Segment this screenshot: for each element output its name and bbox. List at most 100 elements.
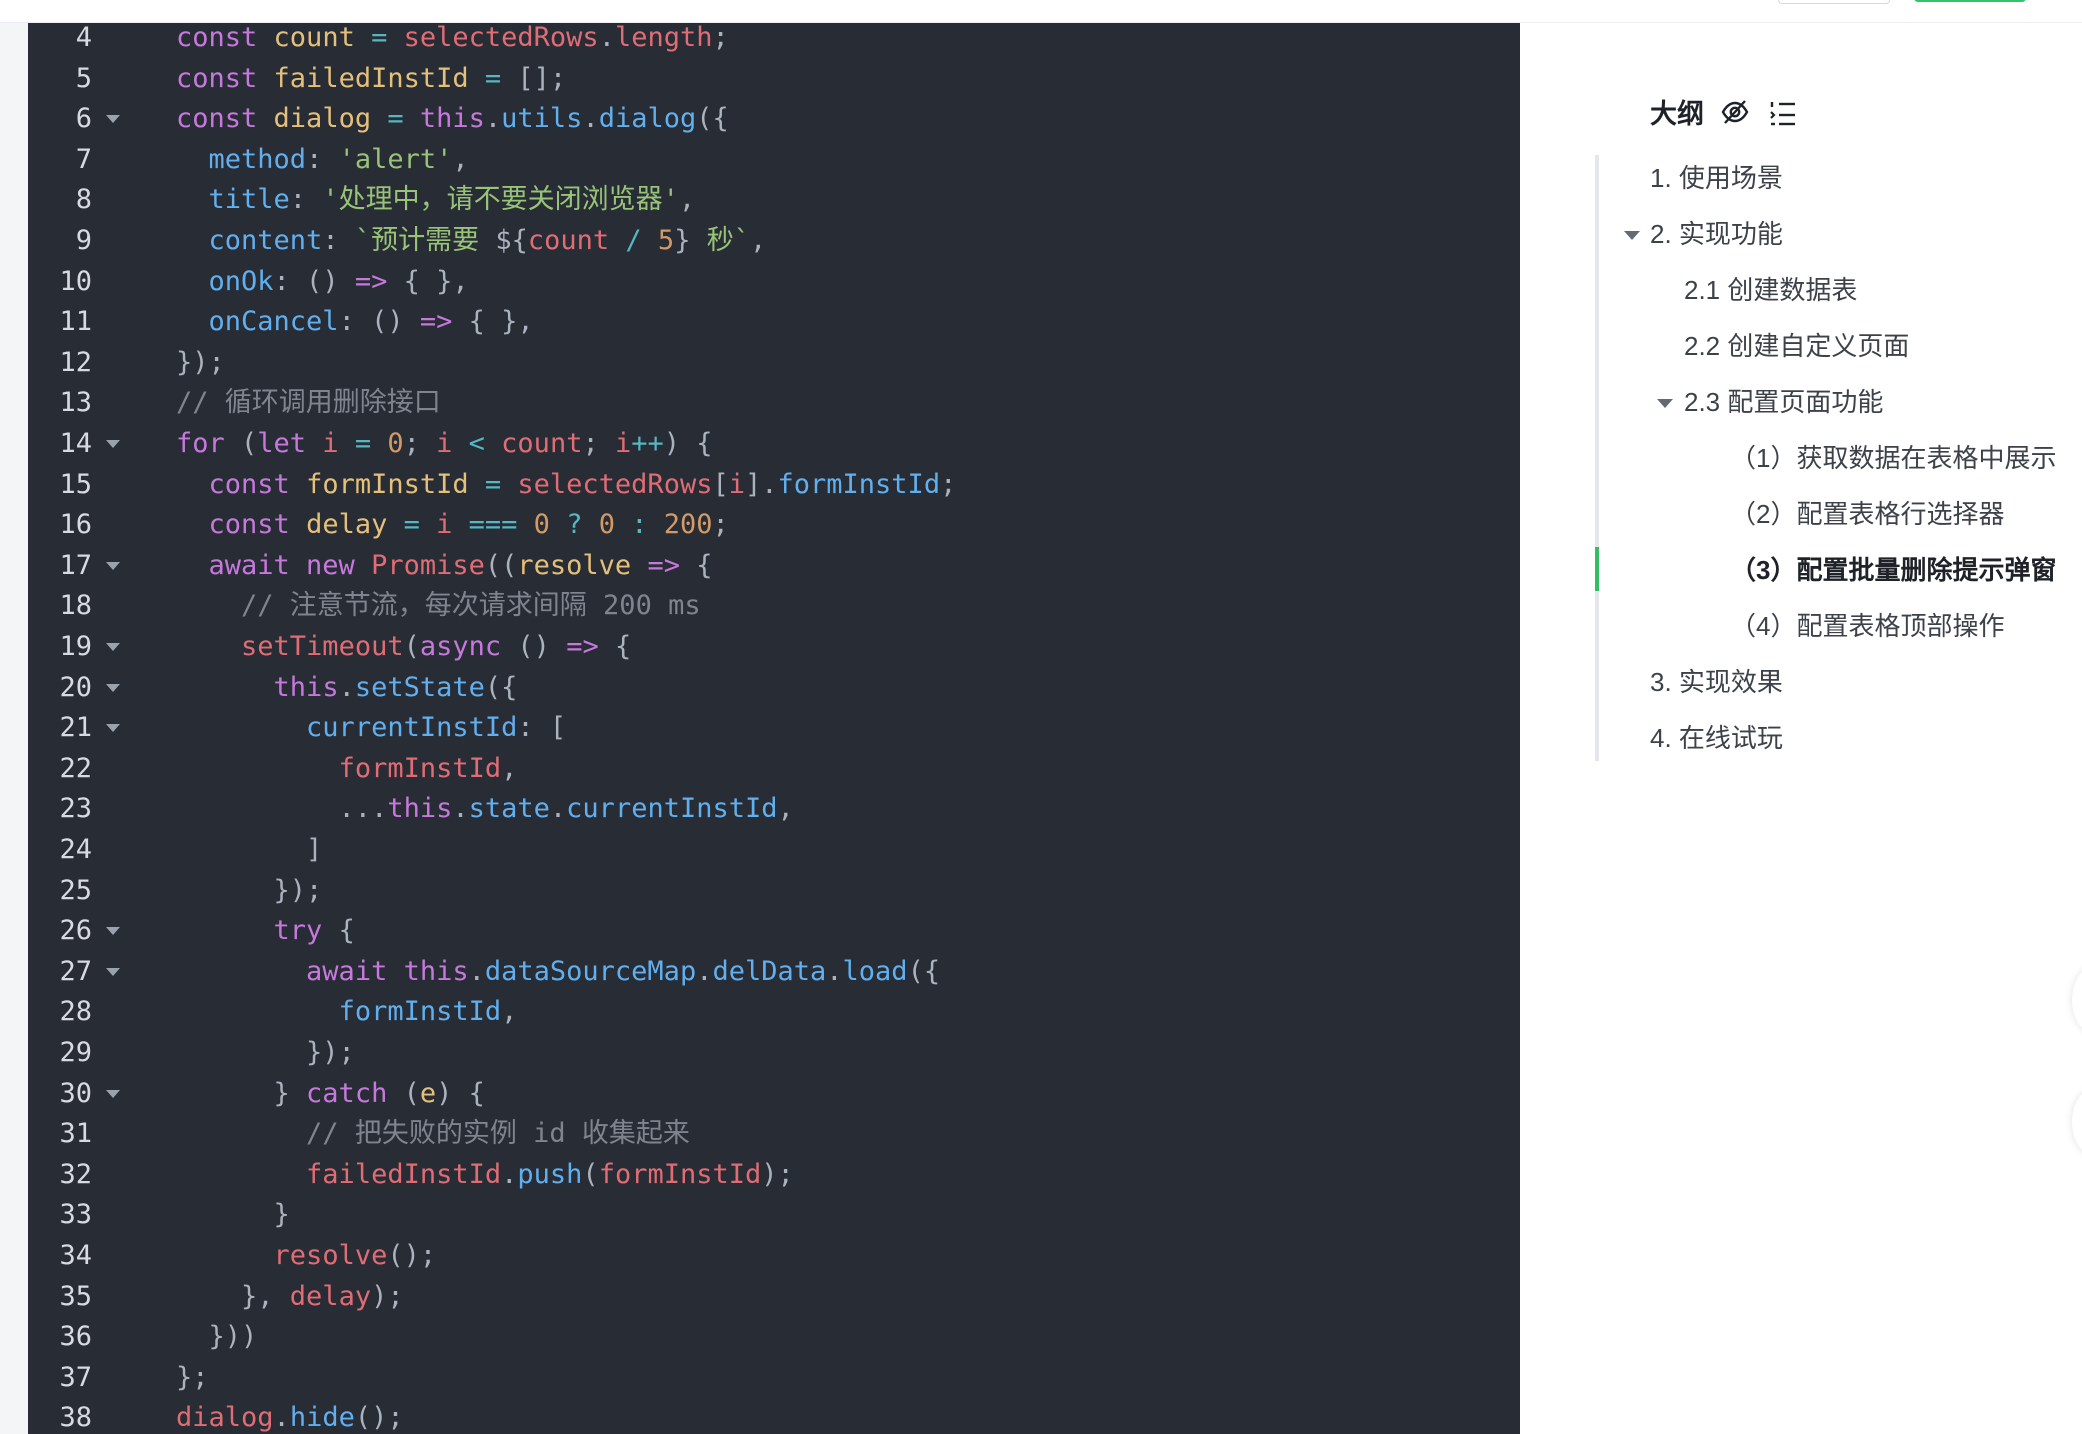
eye-slash-icon[interactable] (1718, 95, 1752, 129)
outline-item[interactable]: 3. 实现效果 (1650, 664, 1783, 700)
code-token: : [ (517, 712, 567, 744)
code-token: : (289, 184, 323, 216)
code-text: }); (176, 1033, 355, 1073)
code-token: method (208, 143, 307, 175)
code-line: 20 this.setState({ (28, 668, 1520, 708)
code-token: , (452, 143, 469, 175)
toolbar-primary-button[interactable] (1914, 0, 2026, 2)
code-token: ; (712, 22, 729, 53)
code-token: { (338, 915, 355, 947)
outline-item-active[interactable]: （3）配置批量删除提示弹窗 (1730, 552, 2056, 588)
floating-edge-button[interactable] (2072, 968, 2082, 1032)
fold-arrow-icon[interactable] (106, 967, 120, 976)
code-token: failedInstId (273, 62, 485, 94)
fold-arrow-icon[interactable] (106, 561, 120, 570)
fold-arrow-icon[interactable] (106, 643, 120, 651)
code-text: const formInstId = selectedRows[i].formI… (176, 465, 957, 505)
code-token: formInstId (777, 468, 941, 500)
code-token: setState (354, 671, 485, 703)
floating-edge-button[interactable] (2072, 1090, 2082, 1154)
code-text: await new Promise((resolve => { (176, 546, 713, 586)
code-text: this.setState({ (176, 668, 518, 708)
code-token: ({ (484, 671, 518, 703)
code-token: dialog (176, 1402, 274, 1434)
code-token: count (273, 22, 372, 53)
fold-arrow-icon[interactable] (106, 440, 120, 448)
code-token: . (273, 1402, 290, 1434)
toolbar-button[interactable] (1778, 0, 1890, 4)
code-token: = (387, 103, 420, 135)
code-token: , (777, 793, 794, 825)
fold-arrow-icon[interactable] (106, 1089, 120, 1098)
outline-item[interactable]: 2.2 创建自定义页面 (1684, 328, 1909, 364)
fold-arrow-icon[interactable] (106, 115, 120, 124)
code-token: ( (582, 1158, 599, 1190)
line-number: 35 (59, 1280, 92, 1312)
code-line: 32 failedInstId.push(formInstId); (28, 1155, 1520, 1195)
line-number: 25 (59, 874, 92, 906)
code-text: const dialog = this.utils.dialog({ (176, 99, 729, 139)
code-text: await this.dataSourceMap.delData.load({ (176, 952, 940, 992)
code-token: ; (712, 509, 729, 541)
code-token: i (322, 428, 355, 459)
code-token: . (338, 671, 355, 703)
code-token: state (468, 793, 550, 825)
outline-item[interactable]: （1）获取数据在表格中展示 (1730, 440, 2056, 476)
outline-item[interactable]: 2.3 配置页面功能 (1684, 384, 1883, 420)
code-line: 26 try { (28, 911, 1520, 951)
code-text: setTimeout(async () => { (176, 627, 631, 667)
code-token: / (625, 225, 658, 256)
code-token: : (322, 225, 355, 256)
outline-item[interactable]: 2.1 创建数据表 (1684, 272, 1857, 308)
code-token: . (501, 1158, 518, 1190)
fold-arrow-icon[interactable] (106, 724, 120, 733)
code-token: this (419, 103, 485, 135)
fold-arrow-icon[interactable] (106, 683, 120, 692)
line-number: 18 (59, 590, 92, 622)
code-line: 15 const formInstId = selectedRows[i].fo… (28, 465, 1520, 505)
outline-item[interactable]: 2. 实现功能 (1650, 216, 1783, 252)
code-token: const (176, 22, 274, 53)
code-token: for (176, 428, 242, 459)
code-line: 19 setTimeout(async () => { (28, 627, 1520, 667)
code-token: . (468, 955, 485, 987)
code-token: try (273, 915, 339, 947)
code-text: ] (176, 830, 322, 870)
outline-item[interactable]: （4）配置表格顶部操作 (1730, 608, 2004, 644)
code-line: 14 for (let i = 0; i < count; i++) { (28, 424, 1520, 464)
outline-item[interactable]: 4. 在线试玩 (1650, 720, 1783, 756)
code-token: . (484, 103, 502, 135)
code-line: 9 content: `预计需要 ${count / 5} 秒`, (28, 221, 1520, 261)
code-token: []; (517, 62, 567, 94)
code-token: () (517, 631, 567, 662)
ordered-list-icon[interactable] (1766, 95, 1800, 129)
outline-item[interactable]: 1. 使用场景 (1650, 160, 1783, 196)
line-number: 14 (59, 428, 92, 459)
code-token: }); (176, 346, 225, 378)
code-token: => (419, 306, 469, 338)
collapse-triangle-icon[interactable] (1657, 399, 1673, 408)
code-token: this (387, 793, 453, 825)
code-line: 36 })) (28, 1317, 1520, 1357)
code-token: await new (208, 549, 372, 581)
outline-item[interactable]: （2）配置表格行选择器 (1730, 496, 2004, 532)
line-number: 37 (59, 1361, 92, 1393)
code-line: 28 formInstId, (28, 992, 1520, 1032)
code-token: failedInstId (306, 1158, 502, 1190)
collapse-triangle-icon[interactable] (1624, 231, 1640, 240)
line-number: 38 (59, 1402, 92, 1434)
code-line: 21 currentInstId: [ (28, 708, 1520, 748)
line-number: 12 (59, 346, 92, 378)
code-token: dataSourceMap (484, 955, 697, 987)
fold-arrow-icon[interactable] (106, 927, 120, 936)
code-token: dialog (273, 103, 388, 135)
